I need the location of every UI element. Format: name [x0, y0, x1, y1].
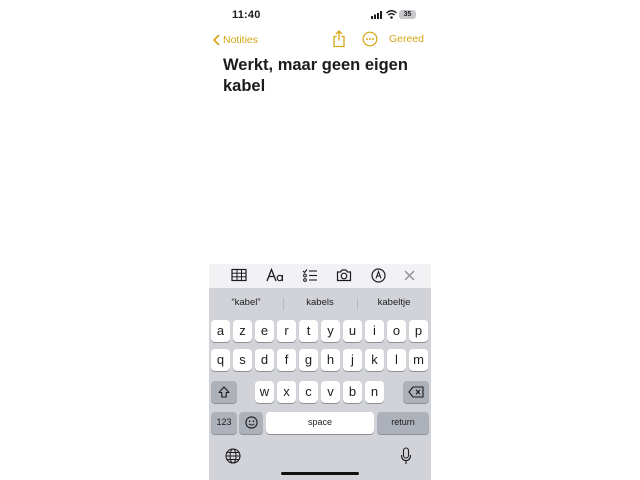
key-v[interactable]: v [321, 381, 340, 403]
microphone-icon[interactable] [400, 447, 412, 465]
home-indicator[interactable] [281, 472, 359, 475]
checklist-icon[interactable] [302, 268, 318, 282]
key-z[interactable]: z [233, 320, 252, 342]
key-o[interactable]: o [387, 320, 406, 342]
status-time: 11:40 [232, 9, 261, 21]
key-u[interactable]: u [343, 320, 362, 342]
keyboard [209, 288, 431, 480]
suggestion-3[interactable]: kabeltje [359, 297, 429, 308]
backspace-icon [408, 386, 424, 398]
space-key[interactable]: space [266, 412, 374, 434]
key-g[interactable]: g [299, 349, 318, 371]
back-button-label: Notities [223, 34, 259, 46]
text-format-icon[interactable] [266, 268, 284, 282]
more-options-icon[interactable] [362, 31, 378, 47]
emoji-key[interactable] [239, 412, 263, 434]
globe-icon[interactable] [225, 448, 241, 464]
delete-key[interactable] [403, 381, 429, 403]
key-y[interactable]: y [321, 320, 340, 342]
markup-pen-icon[interactable] [371, 268, 386, 283]
suggestion-divider [283, 298, 284, 310]
key-j[interactable]: j [343, 349, 362, 371]
key-q[interactable]: q [211, 349, 230, 371]
key-x[interactable]: x [277, 381, 296, 403]
key-h[interactable]: h [321, 349, 340, 371]
key-a[interactable]: a [211, 320, 230, 342]
key-r[interactable]: r [277, 320, 296, 342]
wifi-icon [386, 10, 397, 19]
back-button[interactable]: Notities [213, 32, 258, 48]
key-p[interactable]: p [409, 320, 428, 342]
key-s[interactable]: s [233, 349, 252, 371]
return-key[interactable]: return [377, 412, 429, 434]
key-e[interactable]: e [255, 320, 274, 342]
shift-icon [218, 386, 230, 398]
key-k[interactable]: k [365, 349, 384, 371]
suggestion-2[interactable]: kabels [285, 297, 355, 308]
key-t[interactable]: t [299, 320, 318, 342]
suggestion-divider [357, 298, 358, 310]
key-f[interactable]: f [277, 349, 296, 371]
share-icon[interactable] [332, 30, 346, 48]
done-button[interactable]: Gereed [389, 33, 424, 45]
key-b[interactable]: b [343, 381, 362, 403]
suggestion-1[interactable]: “kabel” [211, 297, 281, 308]
key-i[interactable]: i [365, 320, 384, 342]
nav-bar: Notities Gereed [209, 28, 431, 52]
battery-indicator: 35 [399, 10, 416, 19]
key-w[interactable]: w [255, 381, 274, 403]
key-n[interactable]: n [365, 381, 384, 403]
close-icon[interactable] [404, 270, 415, 281]
numbers-key[interactable]: 123 [211, 412, 237, 434]
status-bar: 11:40 35 [209, 0, 431, 30]
shift-key[interactable] [211, 381, 237, 403]
format-toolbar [209, 264, 431, 288]
table-icon[interactable] [231, 268, 247, 282]
chevron-left-icon [213, 34, 220, 46]
camera-icon[interactable] [336, 268, 352, 282]
emoji-icon [244, 416, 258, 429]
cellular-signal-icon [371, 11, 382, 19]
notes-app: 11:40 35 Notities Gereed Werkt, maar gee… [209, 0, 431, 480]
key-l[interactable]: l [387, 349, 406, 371]
key-d[interactable]: d [255, 349, 274, 371]
note-title[interactable]: Werkt, maar geen eigen kabel [223, 55, 423, 97]
key-m[interactable]: m [409, 349, 428, 371]
key-c[interactable]: c [299, 381, 318, 403]
